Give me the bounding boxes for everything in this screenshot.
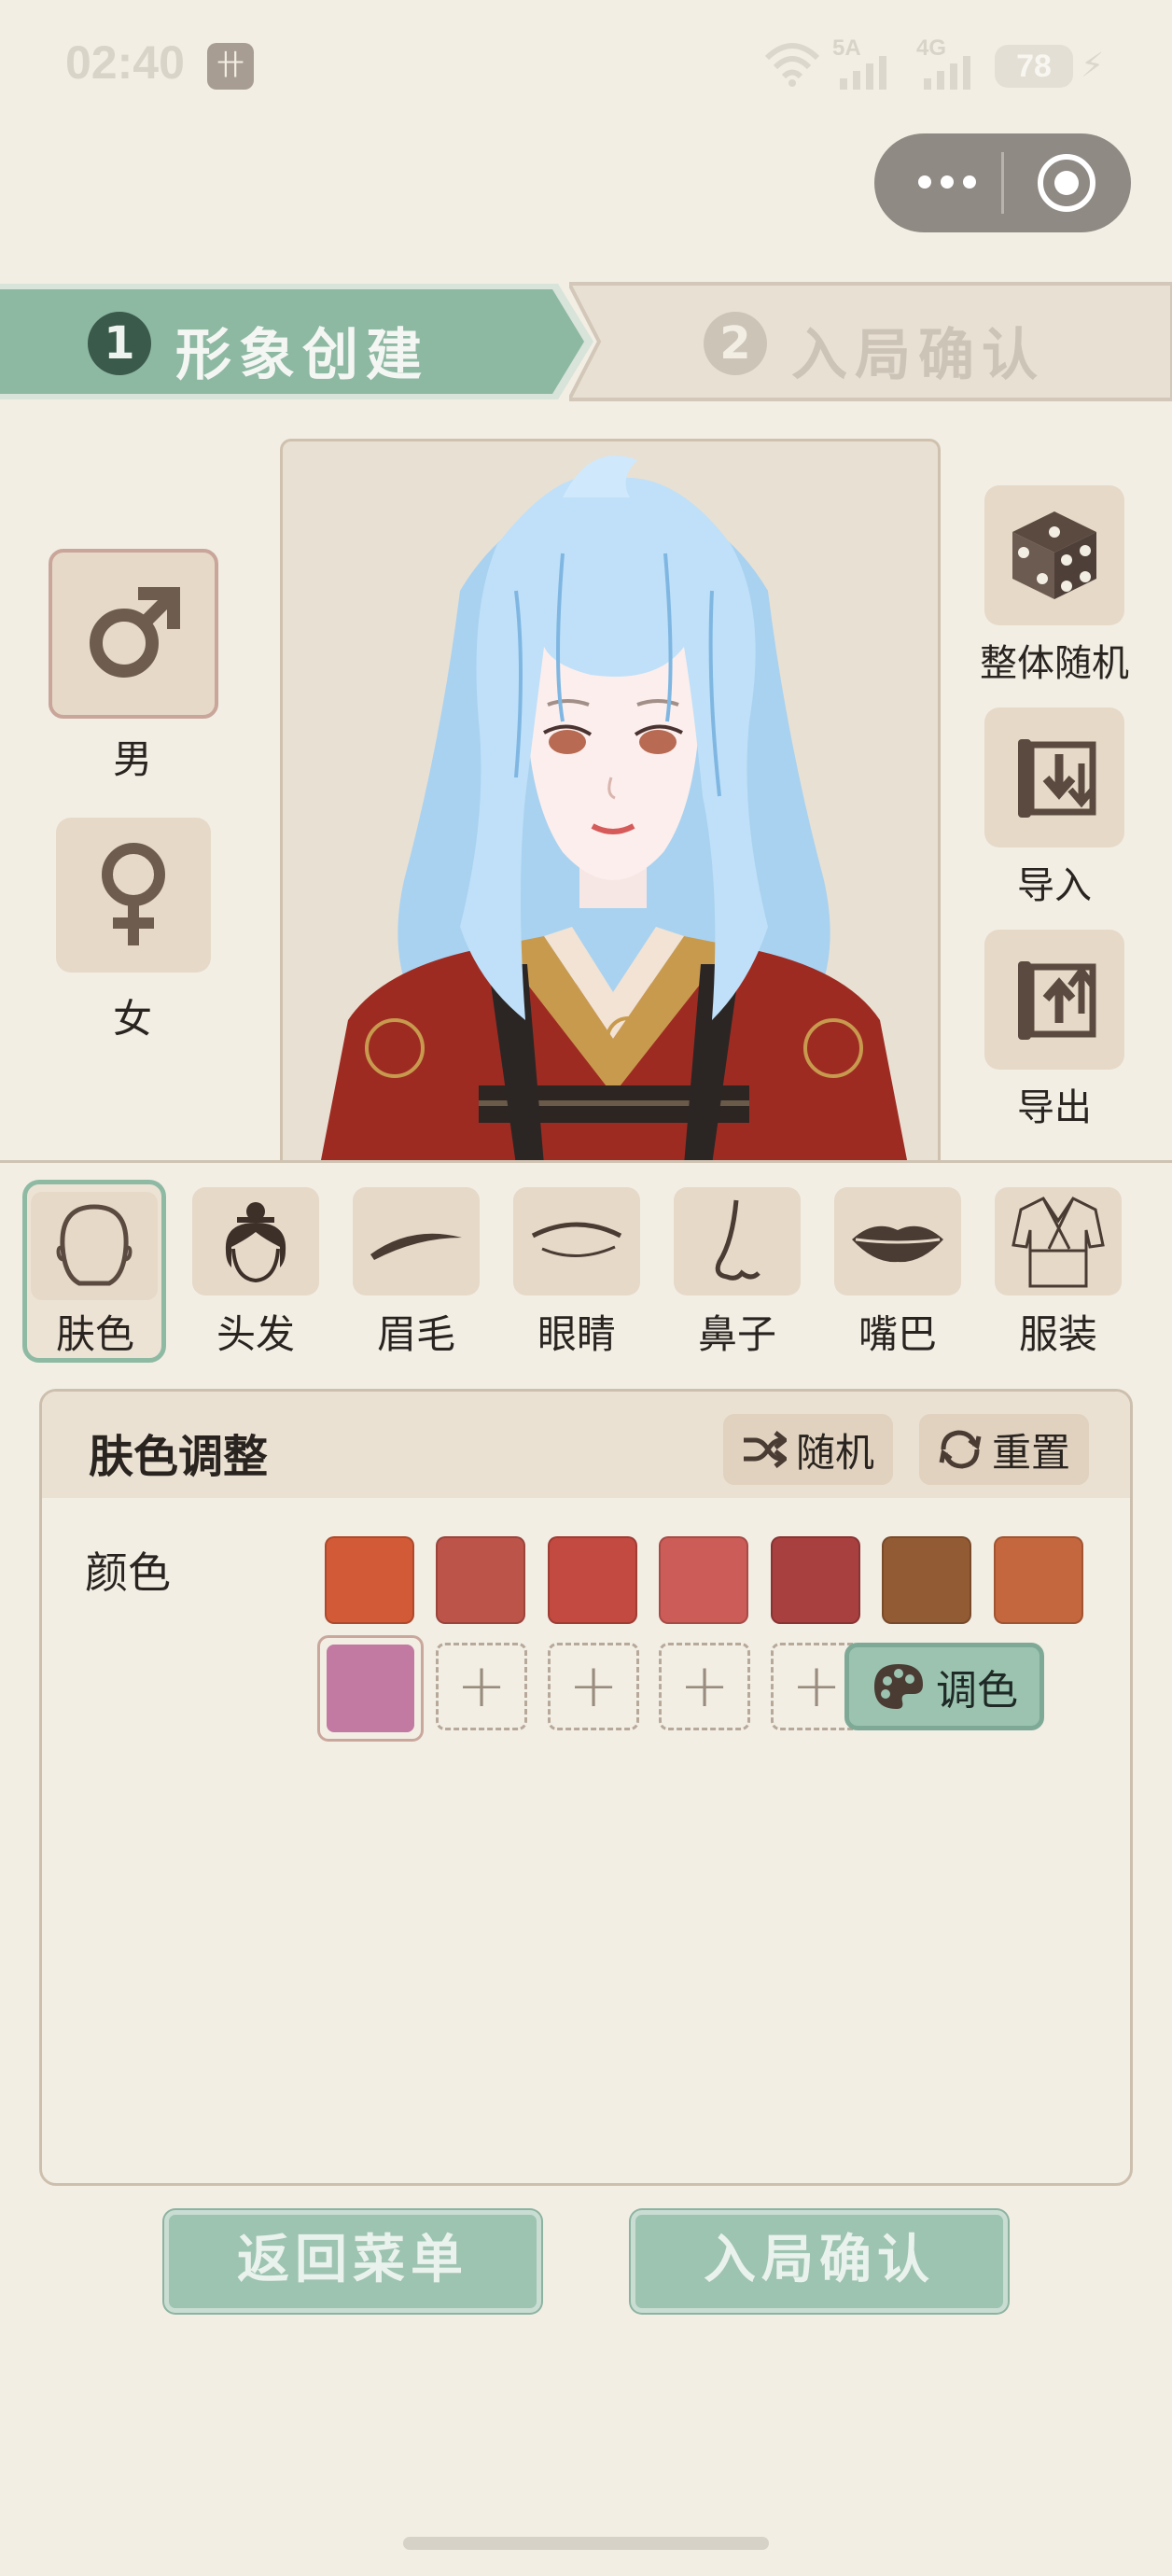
color-row-label: 颜色: [85, 1547, 171, 1598]
export-scroll-icon: [1018, 961, 1096, 1040]
tab-clothing-label: 服装: [1018, 1311, 1097, 1357]
skin-adjust-panel: 肤色调整 随机 重置 颜色: [39, 1389, 1133, 2186]
female-label: 女: [112, 996, 152, 1042]
selected-color-fill: [327, 1645, 414, 1732]
miniprogram-capsule: [874, 133, 1131, 232]
capsule-divider: [1001, 152, 1004, 214]
hair-icon: [225, 1202, 286, 1283]
random-all-button[interactable]: [984, 485, 1124, 625]
tab-clothing[interactable]: [995, 1187, 1122, 1295]
tab-skin-label: 肤色: [55, 1311, 134, 1357]
add-color-slot[interactable]: +: [548, 1643, 639, 1730]
tab-hair[interactable]: [192, 1187, 319, 1295]
tab-mouth-label: 嘴巴: [858, 1311, 937, 1357]
shuffle-icon: [743, 1431, 787, 1468]
status-time: 02:40: [65, 36, 185, 89]
reset-icon: [939, 1430, 982, 1469]
panel-header: 肤色调整 随机 重置: [42, 1392, 1130, 1498]
add-color-slot[interactable]: +: [436, 1643, 527, 1730]
lips-icon: [852, 1225, 943, 1263]
export-label: 导出: [1017, 1086, 1092, 1129]
step-2-label: 入局确认: [791, 323, 1045, 388]
wifi-icon: [764, 43, 820, 87]
female-button[interactable]: [56, 818, 211, 973]
palette-icon: [874, 1664, 923, 1709]
app-notification-icon: 卄: [207, 43, 254, 90]
tab-nose-label: 鼻子: [697, 1311, 776, 1357]
tab-mouth[interactable]: [834, 1187, 961, 1295]
home-indicator[interactable]: [403, 2537, 769, 2550]
close-miniprogram-button[interactable]: [1038, 154, 1095, 212]
tab-eyes-label: 眼睛: [537, 1311, 616, 1357]
color-swatch[interactable]: [659, 1536, 748, 1624]
dice-icon: [1012, 511, 1096, 599]
color-swatch[interactable]: [994, 1536, 1083, 1624]
confirm-entry-button[interactable]: 入局确认: [631, 2210, 1008, 2313]
tab-eyebrow[interactable]: [353, 1187, 480, 1295]
eye-icon: [531, 1222, 622, 1257]
step-indicator: 1 形象创建 2 入局确认: [0, 280, 1172, 403]
color-swatch[interactable]: [771, 1536, 860, 1624]
step-1-number: 1: [88, 312, 151, 375]
step-2-number: 2: [704, 312, 767, 375]
step-1-label: 形象创建: [175, 323, 429, 388]
random-button[interactable]: 随机: [723, 1414, 893, 1485]
character-preview: [280, 439, 941, 1162]
charging-icon: ⚡: [1081, 47, 1105, 85]
tab-hair-label: 头发: [216, 1311, 295, 1357]
male-icon: [90, 587, 180, 678]
random-all-label: 整体随机: [980, 642, 1129, 685]
export-button[interactable]: [984, 930, 1124, 1070]
color-swatch[interactable]: [548, 1536, 637, 1624]
character-portrait: [320, 455, 908, 1162]
add-color-slot[interactable]: +: [659, 1643, 750, 1730]
status-bar: 02:40 卄 5A 4G 78 ⚡: [0, 0, 1172, 131]
selected-color-swatch[interactable]: [317, 1635, 424, 1742]
more-menu-button[interactable]: [910, 154, 984, 210]
face-icon: [56, 1204, 133, 1286]
eyebrow-icon: [370, 1233, 462, 1260]
tab-eyes[interactable]: [513, 1187, 640, 1295]
color-swatch[interactable]: [325, 1536, 414, 1624]
color-swatch[interactable]: [436, 1536, 525, 1624]
robe-icon: [1012, 1197, 1105, 1288]
import-scroll-icon: [1018, 739, 1096, 818]
reset-button[interactable]: 重置: [919, 1414, 1089, 1485]
male-label: 男: [112, 736, 152, 782]
back-to-menu-button[interactable]: 返回菜单: [164, 2210, 541, 2313]
mix-color-button[interactable]: 调色: [844, 1643, 1044, 1730]
signal-icon-2: [924, 56, 970, 90]
reset-label: 重置: [991, 1429, 1070, 1476]
color-swatch[interactable]: [882, 1536, 971, 1624]
import-label: 导入: [1017, 864, 1092, 907]
random-label: 随机: [795, 1429, 874, 1476]
mix-color-label: 调色: [936, 1667, 1018, 1715]
nose-icon: [715, 1199, 760, 1281]
female-icon: [102, 843, 165, 945]
signal-icon-1: [840, 56, 886, 90]
tab-nose[interactable]: [674, 1187, 801, 1295]
tab-divider: [0, 1160, 1172, 1163]
import-button[interactable]: [984, 707, 1124, 847]
tab-eyebrow-label: 眉毛: [376, 1311, 455, 1357]
battery-level: 78: [995, 45, 1073, 88]
male-button[interactable]: [49, 549, 218, 719]
panel-title: 肤色调整: [89, 1431, 269, 1483]
